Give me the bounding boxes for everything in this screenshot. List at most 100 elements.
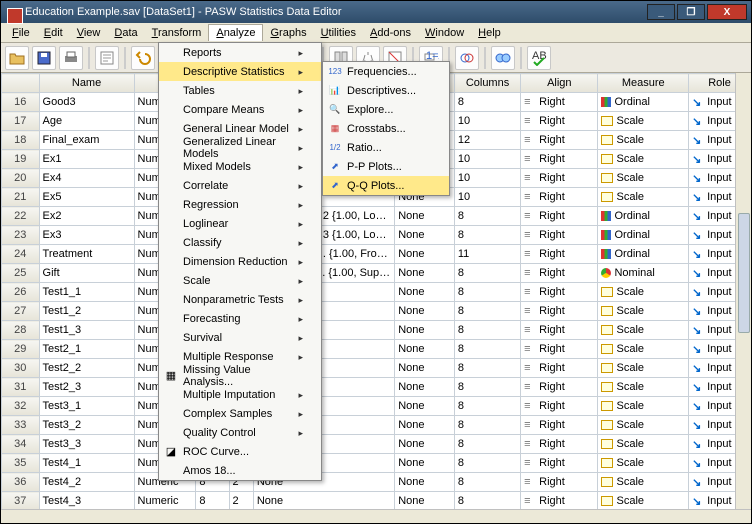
- cell-align[interactable]: Right: [521, 416, 598, 435]
- cell-align[interactable]: Right: [521, 302, 598, 321]
- cell-missing[interactable]: None: [395, 492, 455, 511]
- menu-item-tables[interactable]: Tables: [159, 81, 321, 100]
- menu-item-missing-value-analysis-[interactable]: ▦Missing Value Analysis...: [159, 366, 321, 385]
- cell-name[interactable]: Final_exam: [39, 131, 134, 150]
- cell-measure[interactable]: Scale: [598, 435, 689, 454]
- menu-item-p-p-plots-[interactable]: ⬈P-P Plots...: [323, 157, 449, 176]
- cell-missing[interactable]: None: [395, 321, 455, 340]
- cell-columns[interactable]: 8: [454, 492, 520, 511]
- cell-measure[interactable]: Nominal: [598, 264, 689, 283]
- row-number[interactable]: 36: [2, 473, 40, 492]
- cell-measure[interactable]: Scale: [598, 454, 689, 473]
- menu-item-roc-curve-[interactable]: ◪ROC Curve...: [159, 442, 321, 461]
- row-number[interactable]: 19: [2, 150, 40, 169]
- row-number[interactable]: 33: [2, 416, 40, 435]
- cell-missing[interactable]: None: [395, 378, 455, 397]
- cell-missing[interactable]: None: [395, 207, 455, 226]
- menu-item-ratio-[interactable]: 1/2Ratio...: [323, 138, 449, 157]
- menu-item-reports[interactable]: Reports: [159, 43, 321, 62]
- cell-columns[interactable]: 8: [454, 321, 520, 340]
- table-row[interactable]: 35Test4_1Numeric82NoneNone8Right ScaleIn…: [2, 454, 751, 473]
- menu-item-explore-[interactable]: 🔍Explore...: [323, 100, 449, 119]
- cell-measure[interactable]: Scale: [598, 188, 689, 207]
- cell-name[interactable]: Gift: [39, 264, 134, 283]
- menu-item-compare-means[interactable]: Compare Means: [159, 100, 321, 119]
- cell-name[interactable]: Ex3: [39, 226, 134, 245]
- cell-name[interactable]: Test2_3: [39, 378, 134, 397]
- row-number[interactable]: 26: [2, 283, 40, 302]
- cell-missing[interactable]: None: [395, 397, 455, 416]
- menu-view[interactable]: View: [70, 25, 108, 41]
- menu-item-correlate[interactable]: Correlate: [159, 176, 321, 195]
- cell-measure[interactable]: Scale: [598, 492, 689, 511]
- table-row[interactable]: 36Test4_2Numeric82NoneNone8Right ScaleIn…: [2, 473, 751, 492]
- cell-name[interactable]: Test3_3: [39, 435, 134, 454]
- cell-columns[interactable]: 8: [454, 302, 520, 321]
- cell-name[interactable]: Ex5: [39, 188, 134, 207]
- table-row[interactable]: 34Test3_3NumeriNoneNone8Right ScaleInput: [2, 435, 751, 454]
- column-header[interactable]: Columns: [454, 74, 520, 93]
- cell-name[interactable]: Test4_1: [39, 454, 134, 473]
- menu-item-descriptives-[interactable]: 📊Descriptives...: [323, 81, 449, 100]
- menu-item-complex-samples[interactable]: Complex Samples: [159, 404, 321, 423]
- cell-measure[interactable]: Scale: [598, 473, 689, 492]
- row-number[interactable]: 32: [2, 397, 40, 416]
- descriptive-statistics-submenu[interactable]: 123Frequencies...📊Descriptives...🔍Explor…: [322, 61, 450, 196]
- menu-item-multiple-imputation[interactable]: Multiple Imputation: [159, 385, 321, 404]
- cell-width[interactable]: 8: [196, 492, 229, 511]
- cell-name[interactable]: Test3_2: [39, 416, 134, 435]
- table-row[interactable]: 24TreatmentNumeriaching Meth... {1.00, F…: [2, 245, 751, 264]
- row-number[interactable]: 23: [2, 226, 40, 245]
- recall-dialog-button[interactable]: [95, 46, 119, 70]
- row-number[interactable]: 24: [2, 245, 40, 264]
- cell-align[interactable]: Right: [521, 359, 598, 378]
- cell-align[interactable]: Right: [521, 93, 598, 112]
- cell-name[interactable]: Test2_1: [39, 340, 134, 359]
- cell-missing[interactable]: None: [395, 245, 455, 264]
- cell-align[interactable]: Right: [521, 492, 598, 511]
- undo-button[interactable]: [131, 46, 155, 70]
- cell-columns[interactable]: 8: [454, 264, 520, 283]
- table-row[interactable]: 26Test1_1NumeriNoneNone8Right ScaleInput: [2, 283, 751, 302]
- menu-analyze[interactable]: Analyze: [208, 24, 263, 41]
- cell-columns[interactable]: 8: [454, 435, 520, 454]
- table-row[interactable]: 33Test3_2NumeriNoneNone8Right ScaleInput: [2, 416, 751, 435]
- cell-measure[interactable]: Ordinal: [598, 226, 689, 245]
- menu-item-mixed-models[interactable]: Mixed Models: [159, 157, 321, 176]
- cell-measure[interactable]: Ordinal: [598, 245, 689, 264]
- cell-columns[interactable]: 10: [454, 112, 520, 131]
- cell-columns[interactable]: 8: [454, 473, 520, 492]
- column-header[interactable]: Align: [521, 74, 598, 93]
- row-number[interactable]: 34: [2, 435, 40, 454]
- cell-columns[interactable]: 12: [454, 131, 520, 150]
- print-button[interactable]: [59, 46, 83, 70]
- cell-name[interactable]: Treatment: [39, 245, 134, 264]
- cell-columns[interactable]: 8: [454, 454, 520, 473]
- column-header[interactable]: [2, 74, 40, 93]
- cell-measure[interactable]: Scale: [598, 150, 689, 169]
- cell-columns[interactable]: 8: [454, 416, 520, 435]
- cell-align[interactable]: Right: [521, 283, 598, 302]
- cell-name[interactable]: Ex1: [39, 150, 134, 169]
- cell-align[interactable]: Right: [521, 435, 598, 454]
- cell-align[interactable]: Right: [521, 169, 598, 188]
- row-number[interactable]: 37: [2, 492, 40, 511]
- table-row[interactable]: 30Test2_2NumeriNoneNone8Right ScaleInput: [2, 359, 751, 378]
- cell-missing[interactable]: None: [395, 359, 455, 378]
- cell-columns[interactable]: 10: [454, 150, 520, 169]
- row-number[interactable]: 31: [2, 378, 40, 397]
- menu-transform[interactable]: Transform: [145, 25, 209, 41]
- save-button[interactable]: [32, 46, 56, 70]
- cell-missing[interactable]: None: [395, 435, 455, 454]
- cell-measure[interactable]: Scale: [598, 131, 689, 150]
- cell-missing[interactable]: None: [395, 283, 455, 302]
- use-sets-button[interactable]: [455, 46, 479, 70]
- row-number[interactable]: 25: [2, 264, 40, 283]
- vertical-scrollbar[interactable]: [735, 73, 751, 523]
- show-all-button[interactable]: [491, 46, 515, 70]
- cell-measure[interactable]: Ordinal: [598, 207, 689, 226]
- cell-missing[interactable]: None: [395, 340, 455, 359]
- menu-item-q-q-plots-[interactable]: ⬈Q-Q Plots...: [323, 176, 449, 195]
- menu-item-regression[interactable]: Regression: [159, 195, 321, 214]
- cell-columns[interactable]: 8: [454, 378, 520, 397]
